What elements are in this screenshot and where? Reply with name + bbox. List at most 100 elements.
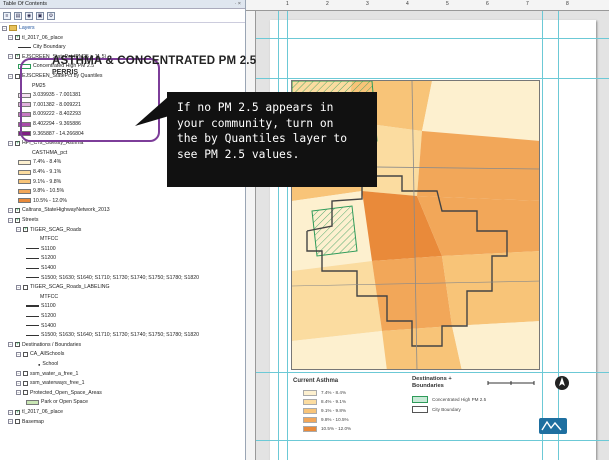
expand-collapse-icon[interactable]: − (16, 227, 21, 233)
legend-swatch (18, 111, 31, 117)
toc-item-label: Destinations / Boundaries (22, 341, 82, 348)
toc-window-controls[interactable]: ∙ × (235, 1, 241, 7)
toc-item-label: CASTHMA_pct (32, 149, 68, 156)
expand-collapse-icon[interactable]: − (8, 207, 13, 213)
toc-layer[interactable]: − Basemap (8, 418, 44, 426)
legend-line-symbol (26, 277, 39, 279)
expand-collapse-icon[interactable]: − (8, 73, 13, 79)
expand-collapse-icon[interactable]: − (8, 54, 13, 60)
layer-visibility-checkbox[interactable] (15, 419, 20, 425)
toc-item-label: S1500; S1630; S1640; S1710; S1730; S1740… (41, 332, 200, 339)
expand-collapse-icon[interactable]: − (16, 284, 21, 290)
layer-visibility-checkbox[interactable] (15, 73, 20, 79)
toc-item-label: TIGER_SCAG_Roads_LABELING (30, 284, 110, 291)
legend-label: 10.5% - 12.0% (321, 426, 352, 431)
toc-group[interactable]: − Layers (2, 24, 35, 32)
toc-title: Table Of Contents (3, 1, 48, 7)
expand-collapse-icon[interactable]: − (8, 217, 13, 223)
expand-collapse-icon[interactable]: − (8, 342, 13, 348)
legend-line-symbol (26, 334, 39, 336)
toc-layer[interactable]: − ✓ TIGER_SCAG_Roads (16, 226, 81, 234)
toc-field: MTFCC (40, 293, 58, 301)
options-icon[interactable]: ⚙ (47, 12, 55, 20)
logo (539, 418, 567, 434)
layer-visibility-checkbox[interactable] (23, 380, 28, 386)
legend-asthma-row: 10.5% - 12.0% (303, 424, 351, 433)
expand-collapse-icon[interactable]: − (8, 35, 13, 41)
toc-layer[interactable]: − ssm_waterways_free_1 (16, 379, 85, 387)
layer-visibility-checkbox[interactable]: ✓ (15, 35, 20, 41)
toc-layer[interactable]: − TIGER_SCAG_Roads_LABELING (16, 283, 110, 291)
toc-item-label: 9.1% - 9.8% (33, 178, 62, 185)
layer-visibility-checkbox[interactable]: ✓ (15, 54, 20, 60)
legend-label: 7.4% - 8.4% (321, 390, 347, 395)
legend-swatch (18, 102, 31, 108)
toc-group-layer[interactable]: − ✓ Streets (8, 216, 38, 224)
expand-collapse-icon[interactable]: − (8, 409, 13, 415)
expand-collapse-icon[interactable]: − (2, 25, 7, 31)
list-by-drawing-order-icon[interactable]: ≡ (3, 12, 11, 20)
layer-visibility-checkbox[interactable] (23, 284, 28, 290)
toc-item-label: ssm_water_a_free_1 (30, 370, 79, 377)
toc-item-label: 8.402294 - 9.365886 (33, 121, 81, 127)
toc-item-label: TIGER_SCAG_Roads (30, 226, 82, 233)
toc-item-label: 9.365887 - 14.266804 (33, 130, 84, 137)
expand-collapse-icon[interactable]: − (8, 140, 13, 146)
expand-collapse-icon[interactable]: − (16, 390, 21, 396)
toc-item-label: City Boundary (33, 44, 66, 51)
toc-group-layer[interactable]: − ✓ Destinations / Boundaries (8, 341, 81, 349)
legend-swatch (18, 131, 31, 137)
toc-layer[interactable]: − ssm_water_a_free_1 (16, 370, 78, 378)
layer-visibility-checkbox[interactable]: ✓ (23, 227, 28, 233)
legend-line-symbol (26, 257, 39, 259)
tract (292, 261, 382, 341)
expand-collapse-icon[interactable]: − (16, 371, 21, 377)
legend-swatch (18, 63, 31, 69)
ruler-label: 8 (566, 1, 569, 7)
legend-swatch (18, 188, 31, 194)
toc-layer[interactable]: − Protected_Open_Space_Areas (16, 389, 102, 397)
toc-layer[interactable]: − ✓ Caltrans_StateHighwayNetwork_2013 (8, 206, 110, 214)
expand-collapse-icon[interactable]: − (16, 380, 21, 386)
list-by-visibility-icon[interactable]: ◉ (25, 12, 33, 20)
legend-label: 8.4% - 9.1% (321, 399, 347, 404)
expand-collapse-icon[interactable]: − (8, 419, 13, 425)
legend-label: 9.1% - 9.8% (321, 408, 347, 413)
layer-visibility-checkbox[interactable]: ✓ (15, 217, 20, 223)
toc-swatch-legend: 9.365887 - 14.266804 (18, 130, 84, 138)
layer-visibility-checkbox[interactable]: ✓ (15, 207, 20, 213)
layer-visibility-checkbox[interactable] (23, 351, 28, 357)
ruler-label: 6 (486, 1, 489, 7)
toc-item-label: 10.5% - 12.0% (33, 197, 68, 204)
layer-visibility-checkbox[interactable]: ✓ (15, 342, 20, 348)
list-by-source-icon[interactable]: ▤ (14, 12, 22, 20)
scale-bar (487, 381, 535, 385)
expand-collapse-icon[interactable]: − (16, 351, 21, 357)
toc-item-label: 8.009222 - 8.402293 (33, 111, 81, 118)
guide-line-horizontal[interactable] (256, 38, 609, 39)
legend-swatch (412, 395, 428, 403)
layer-visibility-checkbox[interactable] (23, 371, 28, 377)
list-by-selection-icon[interactable]: ▣ (36, 12, 44, 20)
ruler-label: 1 (286, 1, 289, 7)
legend-dest-title: Destinations + Boundaries (412, 376, 452, 389)
layer-visibility-checkbox[interactable]: ✓ (15, 409, 20, 415)
toc-layer[interactable]: − ✓ HPI_CTs_Obesity_Asthma (8, 139, 83, 147)
layer-visibility-checkbox[interactable] (23, 390, 28, 396)
legend-swatch (303, 398, 317, 405)
vertical-ruler (246, 11, 256, 460)
toc-item-label: S1100 (41, 245, 56, 252)
legend-asthma-row: 7.4% - 8.4% (303, 388, 351, 397)
guide-line-horizontal[interactable] (256, 78, 609, 79)
layer-visibility-checkbox[interactable]: ✓ (15, 140, 20, 146)
toc-layer[interactable]: − ✓ tl_2017_06_place (8, 34, 63, 42)
legend-swatch (18, 179, 31, 185)
toc-layer[interactable]: − ✓ tl_2017_06_place (8, 408, 63, 416)
toc-item-label: S1400 (41, 322, 57, 329)
toc-swatch-legend: 7.4% - 8.4% (18, 158, 61, 166)
toc-field: MTFCC (40, 235, 58, 243)
toc-layer[interactable]: − CA_AllSchools (16, 350, 64, 358)
toc-line-legend: S1400 (26, 322, 56, 330)
toc-item-label: tl_2017_06_place (22, 34, 63, 41)
toc-item-label: School (42, 361, 59, 367)
